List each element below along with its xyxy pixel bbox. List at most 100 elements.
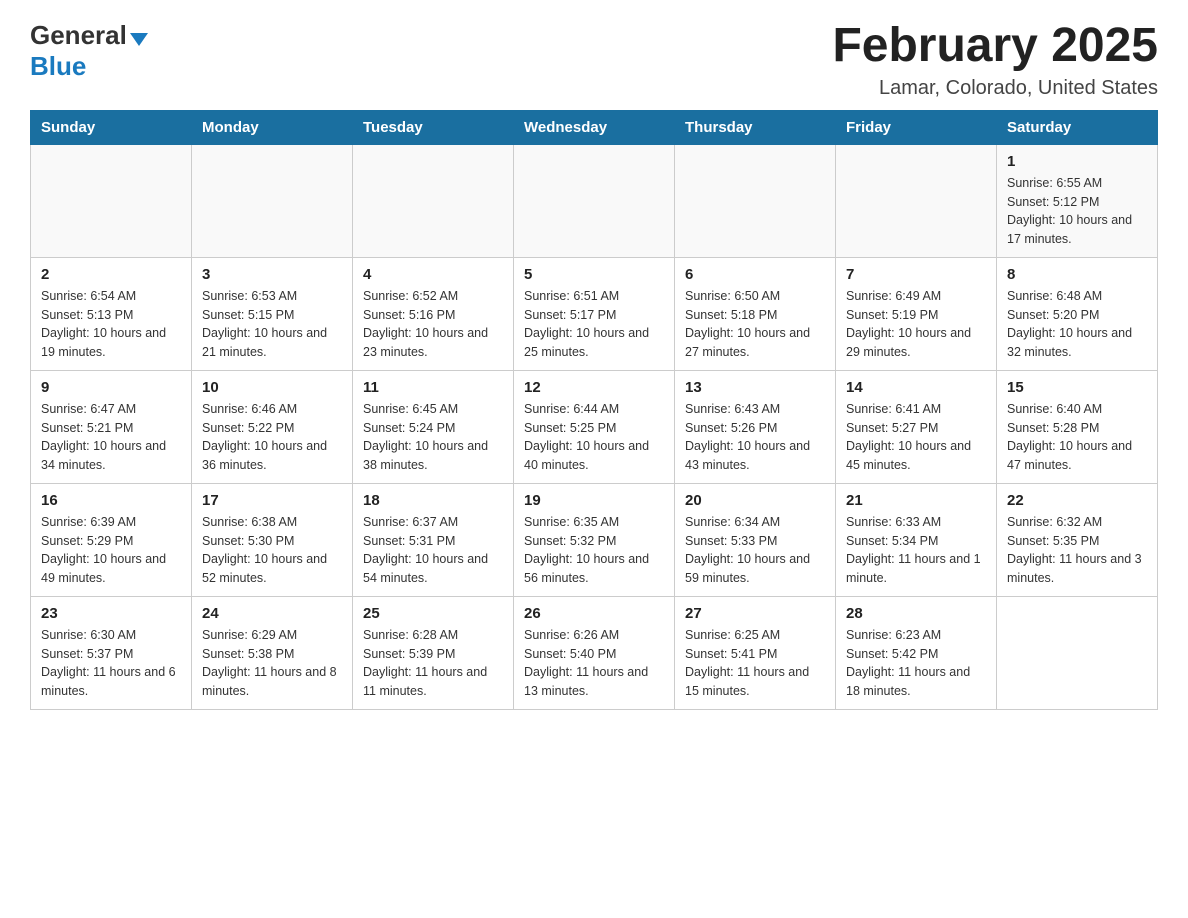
day-number: 20 (685, 492, 825, 509)
calendar-week-row: 23Sunrise: 6:30 AMSunset: 5:37 PMDayligh… (31, 596, 1158, 709)
calendar-cell: 12 Sunrise: 6:44 AMSunset: 5:25 PMDayligh… (514, 370, 675, 483)
day-number: 19 (524, 492, 664, 509)
calendar-cell: 14Sunrise: 6:41 AMSunset: 5:27 PMDayligh… (836, 370, 997, 483)
day-number: 16 (41, 492, 181, 509)
month-title: February 2025 (832, 20, 1158, 73)
page-header: General Blue February 2025 Lamar, Colora… (30, 20, 1158, 100)
day-of-week-header: Thursday (675, 110, 836, 144)
day-number: 21 (846, 492, 986, 509)
day-info: Sunrise: 6:30 AMSunset: 5:37 PMDaylight:… (41, 626, 181, 701)
calendar-cell (675, 144, 836, 257)
day-number: 9 (41, 379, 181, 396)
calendar-cell: 9 Sunrise: 6:47 AMSunset: 5:21 PMDaylight… (31, 370, 192, 483)
day-info: Sunrise: 6:48 AMSunset: 5:20 PMDaylight:… (1007, 287, 1147, 362)
day-of-week-header: Friday (836, 110, 997, 144)
day-info: Sunrise: 6:43 AMSunset: 5:26 PMDaylight:… (685, 400, 825, 475)
day-info: Sunrise: 6:35 AMSunset: 5:32 PMDaylight:… (524, 513, 664, 588)
day-info: Sunrise: 6:49 AMSunset: 5:19 PMDaylight:… (846, 287, 986, 362)
calendar-cell: 17Sunrise: 6:38 AMSunset: 5:30 PMDayligh… (192, 483, 353, 596)
calendar-cell: 13 Sunrise: 6:43 AMSunset: 5:26 PMDayligh… (675, 370, 836, 483)
day-info: Sunrise: 6:53 AMSunset: 5:15 PMDaylight:… (202, 287, 342, 362)
day-number: 8 (1007, 266, 1147, 283)
day-info: Sunrise: 6:38 AMSunset: 5:30 PMDaylight:… (202, 513, 342, 588)
day-info: Sunrise: 6:28 AMSunset: 5:39 PMDaylight:… (363, 626, 503, 701)
day-number: 22 (1007, 492, 1147, 509)
day-info: Sunrise: 6:25 AMSunset: 5:41 PMDaylight:… (685, 626, 825, 701)
day-info: Sunrise: 6:52 AMSunset: 5:16 PMDaylight:… (363, 287, 503, 362)
logo: General Blue (30, 20, 148, 82)
day-number: 6 (685, 266, 825, 283)
day-number: 24 (202, 605, 342, 622)
day-info: Sunrise: 6:51 AMSunset: 5:17 PMDaylight:… (524, 287, 664, 362)
calendar-cell: 1 Sunrise: 6:55 AMSunset: 5:12 PMDaylight… (997, 144, 1158, 257)
days-of-week-row: SundayMondayTuesdayWednesdayThursdayFrid… (31, 110, 1158, 144)
day-info: Sunrise: 6:45 AMSunset: 5:24 PMDaylight:… (363, 400, 503, 475)
day-of-week-header: Sunday (31, 110, 192, 144)
calendar-cell (997, 596, 1158, 709)
calendar-cell (31, 144, 192, 257)
day-info: Sunrise: 6:55 AMSunset: 5:12 PMDaylight:… (1007, 174, 1147, 249)
calendar-cell: 28Sunrise: 6:23 AMSunset: 5:42 PMDayligh… (836, 596, 997, 709)
calendar-body: 1 Sunrise: 6:55 AMSunset: 5:12 PMDaylight… (31, 144, 1158, 709)
day-info: Sunrise: 6:32 AMSunset: 5:35 PMDaylight:… (1007, 513, 1147, 588)
day-info: Sunrise: 6:26 AMSunset: 5:40 PMDaylight:… (524, 626, 664, 701)
calendar-header: SundayMondayTuesdayWednesdayThursdayFrid… (31, 110, 1158, 144)
calendar-cell: 3 Sunrise: 6:53 AMSunset: 5:15 PMDaylight… (192, 257, 353, 370)
day-number: 15 (1007, 379, 1147, 396)
calendar-week-row: 16 Sunrise: 6:39 AMSunset: 5:29 PMDayligh… (31, 483, 1158, 596)
calendar-cell: 11 Sunrise: 6:45 AMSunset: 5:24 PMDayligh… (353, 370, 514, 483)
day-number: 12 (524, 379, 664, 396)
day-of-week-header: Tuesday (353, 110, 514, 144)
title-block: February 2025 Lamar, Colorado, United St… (832, 20, 1158, 100)
day-number: 1 (1007, 153, 1147, 170)
calendar-cell: 18 Sunrise: 6:37 AMSunset: 5:31 PMDayligh… (353, 483, 514, 596)
day-of-week-header: Wednesday (514, 110, 675, 144)
day-of-week-header: Saturday (997, 110, 1158, 144)
day-info: Sunrise: 6:47 AMSunset: 5:21 PMDaylight:… (41, 400, 181, 475)
day-number: 27 (685, 605, 825, 622)
calendar-week-row: 2 Sunrise: 6:54 AMSunset: 5:13 PMDaylight… (31, 257, 1158, 370)
logo-general: General (30, 20, 127, 51)
calendar-cell: 6 Sunrise: 6:50 AMSunset: 5:18 PMDaylight… (675, 257, 836, 370)
calendar-cell: 24Sunrise: 6:29 AMSunset: 5:38 PMDayligh… (192, 596, 353, 709)
logo-blue: Blue (30, 51, 86, 82)
calendar-cell: 16 Sunrise: 6:39 AMSunset: 5:29 PMDayligh… (31, 483, 192, 596)
calendar-cell: 22 Sunrise: 6:32 AMSunset: 5:35 PMDayligh… (997, 483, 1158, 596)
calendar-week-row: 9 Sunrise: 6:47 AMSunset: 5:21 PMDaylight… (31, 370, 1158, 483)
calendar-cell: 10Sunrise: 6:46 AMSunset: 5:22 PMDayligh… (192, 370, 353, 483)
calendar-cell: 5 Sunrise: 6:51 AMSunset: 5:17 PMDaylight… (514, 257, 675, 370)
day-number: 5 (524, 266, 664, 283)
calendar-cell (353, 144, 514, 257)
calendar-table: SundayMondayTuesdayWednesdayThursdayFrid… (30, 110, 1158, 710)
calendar-cell: 15 Sunrise: 6:40 AMSunset: 5:28 PMDayligh… (997, 370, 1158, 483)
day-number: 2 (41, 266, 181, 283)
day-info: Sunrise: 6:50 AMSunset: 5:18 PMDaylight:… (685, 287, 825, 362)
day-number: 3 (202, 266, 342, 283)
calendar-cell: 4 Sunrise: 6:52 AMSunset: 5:16 PMDaylight… (353, 257, 514, 370)
day-info: Sunrise: 6:40 AMSunset: 5:28 PMDaylight:… (1007, 400, 1147, 475)
calendar-cell: 21 Sunrise: 6:33 AMSunset: 5:34 PMDayligh… (836, 483, 997, 596)
calendar-cell (192, 144, 353, 257)
calendar-cell: 25 Sunrise: 6:28 AMSunset: 5:39 PMDayligh… (353, 596, 514, 709)
calendar-week-row: 1 Sunrise: 6:55 AMSunset: 5:12 PMDaylight… (31, 144, 1158, 257)
logo-triangle-icon (130, 33, 148, 46)
location: Lamar, Colorado, United States (832, 77, 1158, 100)
day-number: 18 (363, 492, 503, 509)
calendar-cell: 7Sunrise: 6:49 AMSunset: 5:19 PMDaylight… (836, 257, 997, 370)
calendar-cell: 26Sunrise: 6:26 AMSunset: 5:40 PMDayligh… (514, 596, 675, 709)
day-number: 14 (846, 379, 986, 396)
day-of-week-header: Monday (192, 110, 353, 144)
day-number: 28 (846, 605, 986, 622)
day-info: Sunrise: 6:34 AMSunset: 5:33 PMDaylight:… (685, 513, 825, 588)
day-info: Sunrise: 6:37 AMSunset: 5:31 PMDaylight:… (363, 513, 503, 588)
day-number: 25 (363, 605, 503, 622)
calendar-cell: 23Sunrise: 6:30 AMSunset: 5:37 PMDayligh… (31, 596, 192, 709)
day-number: 11 (363, 379, 503, 396)
day-number: 13 (685, 379, 825, 396)
day-info: Sunrise: 6:33 AMSunset: 5:34 PMDaylight:… (846, 513, 986, 588)
day-info: Sunrise: 6:54 AMSunset: 5:13 PMDaylight:… (41, 287, 181, 362)
day-info: Sunrise: 6:39 AMSunset: 5:29 PMDaylight:… (41, 513, 181, 588)
calendar-cell: 27 Sunrise: 6:25 AMSunset: 5:41 PMDayligh… (675, 596, 836, 709)
day-info: Sunrise: 6:44 AMSunset: 5:25 PMDaylight:… (524, 400, 664, 475)
day-number: 4 (363, 266, 503, 283)
